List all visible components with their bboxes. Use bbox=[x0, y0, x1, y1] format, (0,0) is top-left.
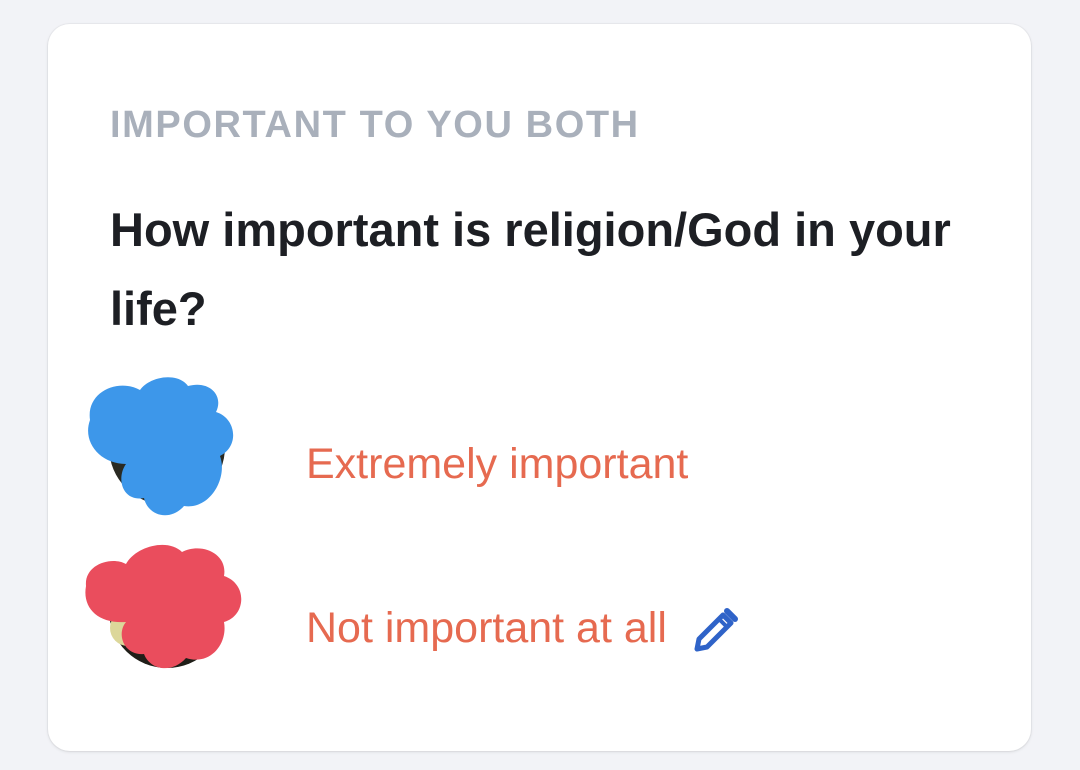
answer-row-match: Extremely important bbox=[88, 370, 988, 520]
question-card: IMPORTANT TO YOU BOTH How important is r… bbox=[48, 24, 1031, 751]
question-text: How important is religion/God in your li… bbox=[110, 203, 951, 335]
pencil-icon[interactable] bbox=[689, 605, 741, 657]
match-avatar[interactable] bbox=[88, 377, 234, 516]
match-answer: Extremely important bbox=[306, 440, 689, 488]
answer-row-you: Not important at all bbox=[85, 534, 988, 684]
section-label: IMPORTANT TO YOU BOTH bbox=[110, 104, 640, 146]
your-answer-label: Not important at all bbox=[306, 604, 667, 652]
your-answer: Not important at all bbox=[306, 604, 741, 657]
your-avatar[interactable] bbox=[85, 544, 242, 670]
